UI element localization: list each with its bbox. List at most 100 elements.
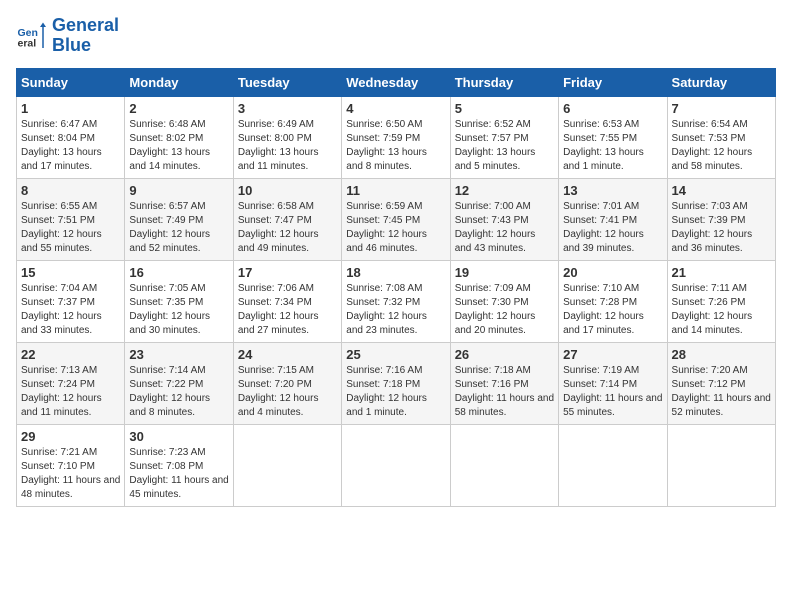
day-detail: Sunrise: 6:59 AM Sunset: 7:45 PM Dayligh… xyxy=(346,200,445,256)
day-detail: Sunrise: 6:54 AM Sunset: 7:53 PM Dayligh… xyxy=(672,118,771,174)
calendar-cell: 25 Sunrise: 7:16 AM Sunset: 7:18 PM Dayl… xyxy=(342,342,450,424)
calendar-cell: 26 Sunrise: 7:18 AM Sunset: 7:16 PM Dayl… xyxy=(450,342,558,424)
day-detail: Sunrise: 7:13 AM Sunset: 7:24 PM Dayligh… xyxy=(21,364,120,420)
day-number: 20 xyxy=(563,265,662,280)
day-detail: Sunrise: 6:55 AM Sunset: 7:51 PM Dayligh… xyxy=(21,200,120,256)
calendar-cell xyxy=(667,424,775,506)
day-detail: Sunrise: 7:04 AM Sunset: 7:37 PM Dayligh… xyxy=(21,282,120,338)
weekday-header-wednesday: Wednesday xyxy=(342,68,450,96)
day-number: 1 xyxy=(21,101,120,116)
calendar-cell: 18 Sunrise: 7:08 AM Sunset: 7:32 PM Dayl… xyxy=(342,260,450,342)
day-detail: Sunrise: 7:20 AM Sunset: 7:12 PM Dayligh… xyxy=(672,364,771,420)
day-detail: Sunrise: 6:49 AM Sunset: 8:00 PM Dayligh… xyxy=(238,118,337,174)
weekday-header-thursday: Thursday xyxy=(450,68,558,96)
day-detail: Sunrise: 7:21 AM Sunset: 7:10 PM Dayligh… xyxy=(21,446,120,502)
day-detail: Sunrise: 7:14 AM Sunset: 7:22 PM Dayligh… xyxy=(129,364,228,420)
day-number: 27 xyxy=(563,347,662,362)
day-number: 14 xyxy=(672,183,771,198)
day-number: 19 xyxy=(455,265,554,280)
day-detail: Sunrise: 7:19 AM Sunset: 7:14 PM Dayligh… xyxy=(563,364,662,420)
calendar-cell: 22 Sunrise: 7:13 AM Sunset: 7:24 PM Dayl… xyxy=(17,342,125,424)
day-detail: Sunrise: 6:48 AM Sunset: 8:02 PM Dayligh… xyxy=(129,118,228,174)
weekday-header-tuesday: Tuesday xyxy=(233,68,341,96)
day-number: 21 xyxy=(672,265,771,280)
day-number: 8 xyxy=(21,183,120,198)
calendar-cell xyxy=(342,424,450,506)
calendar-cell xyxy=(450,424,558,506)
day-number: 6 xyxy=(563,101,662,116)
day-number: 3 xyxy=(238,101,337,116)
day-detail: Sunrise: 7:11 AM Sunset: 7:26 PM Dayligh… xyxy=(672,282,771,338)
weekday-header-sunday: Sunday xyxy=(17,68,125,96)
calendar-table: SundayMondayTuesdayWednesdayThursdayFrid… xyxy=(16,68,776,507)
day-detail: Sunrise: 6:50 AM Sunset: 7:59 PM Dayligh… xyxy=(346,118,445,174)
weekday-header-friday: Friday xyxy=(559,68,667,96)
calendar-cell: 19 Sunrise: 7:09 AM Sunset: 7:30 PM Dayl… xyxy=(450,260,558,342)
day-number: 9 xyxy=(129,183,228,198)
day-detail: Sunrise: 7:08 AM Sunset: 7:32 PM Dayligh… xyxy=(346,282,445,338)
day-detail: Sunrise: 7:06 AM Sunset: 7:34 PM Dayligh… xyxy=(238,282,337,338)
calendar-cell xyxy=(559,424,667,506)
calendar-cell: 20 Sunrise: 7:10 AM Sunset: 7:28 PM Dayl… xyxy=(559,260,667,342)
day-number: 5 xyxy=(455,101,554,116)
logo: Gen eral General Blue xyxy=(16,16,119,56)
day-number: 2 xyxy=(129,101,228,116)
day-number: 7 xyxy=(672,101,771,116)
calendar-cell: 3 Sunrise: 6:49 AM Sunset: 8:00 PM Dayli… xyxy=(233,96,341,178)
day-number: 22 xyxy=(21,347,120,362)
calendar-cell: 10 Sunrise: 6:58 AM Sunset: 7:47 PM Dayl… xyxy=(233,178,341,260)
calendar-cell: 29 Sunrise: 7:21 AM Sunset: 7:10 PM Dayl… xyxy=(17,424,125,506)
day-number: 17 xyxy=(238,265,337,280)
calendar-cell: 23 Sunrise: 7:14 AM Sunset: 7:22 PM Dayl… xyxy=(125,342,233,424)
calendar-cell: 1 Sunrise: 6:47 AM Sunset: 8:04 PM Dayli… xyxy=(17,96,125,178)
day-number: 23 xyxy=(129,347,228,362)
day-number: 25 xyxy=(346,347,445,362)
calendar-cell: 28 Sunrise: 7:20 AM Sunset: 7:12 PM Dayl… xyxy=(667,342,775,424)
calendar-cell: 17 Sunrise: 7:06 AM Sunset: 7:34 PM Dayl… xyxy=(233,260,341,342)
day-number: 18 xyxy=(346,265,445,280)
svg-text:eral: eral xyxy=(18,37,37,49)
calendar-cell: 30 Sunrise: 7:23 AM Sunset: 7:08 PM Dayl… xyxy=(125,424,233,506)
day-detail: Sunrise: 7:09 AM Sunset: 7:30 PM Dayligh… xyxy=(455,282,554,338)
day-number: 28 xyxy=(672,347,771,362)
calendar-cell: 2 Sunrise: 6:48 AM Sunset: 8:02 PM Dayli… xyxy=(125,96,233,178)
day-number: 16 xyxy=(129,265,228,280)
calendar-cell: 9 Sunrise: 6:57 AM Sunset: 7:49 PM Dayli… xyxy=(125,178,233,260)
weekday-header-monday: Monday xyxy=(125,68,233,96)
day-detail: Sunrise: 7:23 AM Sunset: 7:08 PM Dayligh… xyxy=(129,446,228,502)
calendar-cell: 15 Sunrise: 7:04 AM Sunset: 7:37 PM Dayl… xyxy=(17,260,125,342)
day-detail: Sunrise: 6:53 AM Sunset: 7:55 PM Dayligh… xyxy=(563,118,662,174)
day-number: 11 xyxy=(346,183,445,198)
calendar-cell: 21 Sunrise: 7:11 AM Sunset: 7:26 PM Dayl… xyxy=(667,260,775,342)
day-detail: Sunrise: 7:03 AM Sunset: 7:39 PM Dayligh… xyxy=(672,200,771,256)
day-detail: Sunrise: 6:47 AM Sunset: 8:04 PM Dayligh… xyxy=(21,118,120,174)
day-detail: Sunrise: 7:16 AM Sunset: 7:18 PM Dayligh… xyxy=(346,364,445,420)
calendar-cell: 27 Sunrise: 7:19 AM Sunset: 7:14 PM Dayl… xyxy=(559,342,667,424)
day-number: 26 xyxy=(455,347,554,362)
calendar-cell: 12 Sunrise: 7:00 AM Sunset: 7:43 PM Dayl… xyxy=(450,178,558,260)
day-detail: Sunrise: 7:00 AM Sunset: 7:43 PM Dayligh… xyxy=(455,200,554,256)
day-number: 10 xyxy=(238,183,337,198)
day-detail: Sunrise: 7:18 AM Sunset: 7:16 PM Dayligh… xyxy=(455,364,554,420)
calendar-cell: 14 Sunrise: 7:03 AM Sunset: 7:39 PM Dayl… xyxy=(667,178,775,260)
day-detail: Sunrise: 7:01 AM Sunset: 7:41 PM Dayligh… xyxy=(563,200,662,256)
calendar-cell: 7 Sunrise: 6:54 AM Sunset: 7:53 PM Dayli… xyxy=(667,96,775,178)
calendar-cell xyxy=(233,424,341,506)
day-detail: Sunrise: 7:15 AM Sunset: 7:20 PM Dayligh… xyxy=(238,364,337,420)
calendar-cell: 16 Sunrise: 7:05 AM Sunset: 7:35 PM Dayl… xyxy=(125,260,233,342)
calendar-cell: 24 Sunrise: 7:15 AM Sunset: 7:20 PM Dayl… xyxy=(233,342,341,424)
calendar-cell: 11 Sunrise: 6:59 AM Sunset: 7:45 PM Dayl… xyxy=(342,178,450,260)
day-detail: Sunrise: 6:57 AM Sunset: 7:49 PM Dayligh… xyxy=(129,200,228,256)
day-number: 4 xyxy=(346,101,445,116)
calendar-cell: 8 Sunrise: 6:55 AM Sunset: 7:51 PM Dayli… xyxy=(17,178,125,260)
day-number: 15 xyxy=(21,265,120,280)
day-number: 24 xyxy=(238,347,337,362)
day-number: 13 xyxy=(563,183,662,198)
calendar-cell: 4 Sunrise: 6:50 AM Sunset: 7:59 PM Dayli… xyxy=(342,96,450,178)
day-number: 30 xyxy=(129,429,228,444)
day-detail: Sunrise: 6:58 AM Sunset: 7:47 PM Dayligh… xyxy=(238,200,337,256)
logo-icon: Gen eral xyxy=(16,21,46,51)
weekday-header-saturday: Saturday xyxy=(667,68,775,96)
day-number: 29 xyxy=(21,429,120,444)
calendar-cell: 6 Sunrise: 6:53 AM Sunset: 7:55 PM Dayli… xyxy=(559,96,667,178)
